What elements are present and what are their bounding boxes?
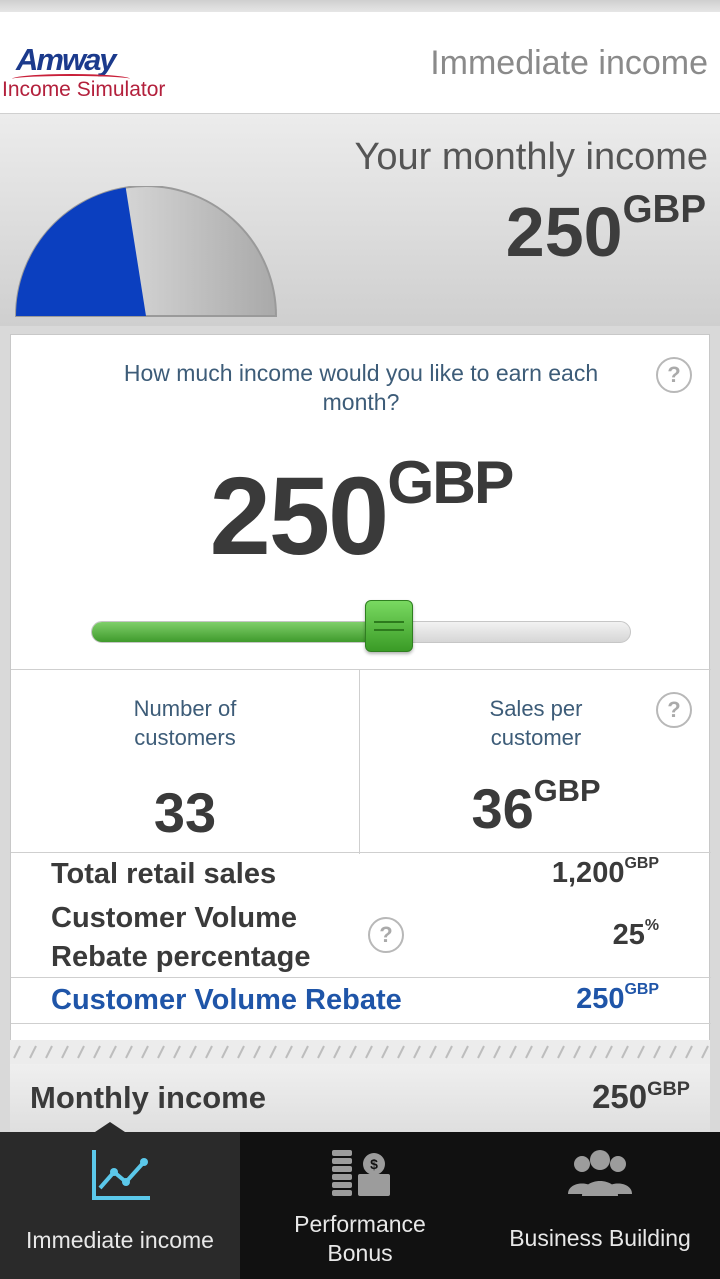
income-summary: Your monthly income 250GBP <box>0 114 720 326</box>
currency-label: GBP <box>387 447 514 516</box>
tab-label: Business Building <box>509 1225 691 1251</box>
currency-label: GBP <box>622 188 706 232</box>
active-tab-pointer <box>92 1122 128 1134</box>
tab-performance-bonus[interactable]: $ Performance Bonus <box>240 1132 480 1279</box>
divider <box>359 670 360 854</box>
people-icon <box>568 1150 632 1196</box>
monthly-income-value: 250GBP <box>505 188 706 271</box>
row-separator <box>11 977 711 978</box>
tab-label: Performance Bonus <box>294 1211 426 1266</box>
cvr-percentage-value: 25% <box>612 917 659 951</box>
sales-label: Sales per customer <box>489 696 583 750</box>
help-icon[interactable]: ? <box>656 692 692 728</box>
cvr-label: Customer Volume Rebate <box>51 984 402 1016</box>
zigzag-divider <box>10 1040 710 1064</box>
sales-value[interactable]: 36GBP <box>431 772 641 841</box>
total-retail-value: 1,200GBP <box>551 855 659 889</box>
gauge-fill <box>16 187 146 316</box>
cvr-value: 250GBP <box>576 981 659 1015</box>
tab-business-building[interactable]: Business Building <box>480 1132 720 1279</box>
bottom-tab-bar: Immediate income $ Performance Bonus Bus… <box>0 1122 720 1279</box>
slider-thumb[interactable] <box>365 600 413 652</box>
monthly-income-label: Your monthly income <box>354 136 708 178</box>
coins-icon: $ <box>332 1150 390 1196</box>
app-header: Amway Income Simulator Immediate income <box>0 12 720 114</box>
slider-fill <box>92 622 389 642</box>
desired-income-value: 250GBP <box>209 447 515 578</box>
income-card: How much income would you like to earn e… <box>10 334 711 1054</box>
currency-label: GBP <box>624 855 659 873</box>
svg-text:$: $ <box>370 1156 378 1172</box>
status-bar <box>0 0 720 12</box>
income-question: How much income would you like to earn e… <box>123 360 599 415</box>
income-gauge <box>14 186 278 317</box>
currency-label: GBP <box>533 772 601 808</box>
total-retail-label: Total retail sales <box>51 858 277 890</box>
currency-label: GBP <box>647 1078 690 1100</box>
income-slider[interactable] <box>91 600 631 652</box>
tab-label: Immediate income <box>26 1227 214 1253</box>
page-title: Immediate income <box>430 44 708 82</box>
monthly-income-total: 250GBP <box>592 1078 690 1115</box>
monthly-income-label: Monthly income <box>30 1080 266 1115</box>
row-separator <box>11 1023 711 1024</box>
customer-sales-grid: Number of customers 33 Sales per custome… <box>11 669 711 854</box>
amway-logo: Amway <box>16 42 117 77</box>
tab-immediate-income[interactable]: Immediate income <box>0 1122 240 1279</box>
chart-line-icon <box>92 1150 150 1200</box>
help-icon[interactable]: ? <box>368 917 404 953</box>
currency-label: GBP <box>624 981 659 999</box>
percent-unit: % <box>644 917 659 935</box>
logo-subtitle: Income Simulator <box>2 78 166 101</box>
help-icon[interactable]: ? <box>656 357 692 393</box>
customers-value[interactable]: 33 <box>85 780 285 845</box>
cvr-percentage-label: Customer Volume Rebate percentage <box>51 902 311 973</box>
customers-label: Number of customers <box>133 696 237 750</box>
